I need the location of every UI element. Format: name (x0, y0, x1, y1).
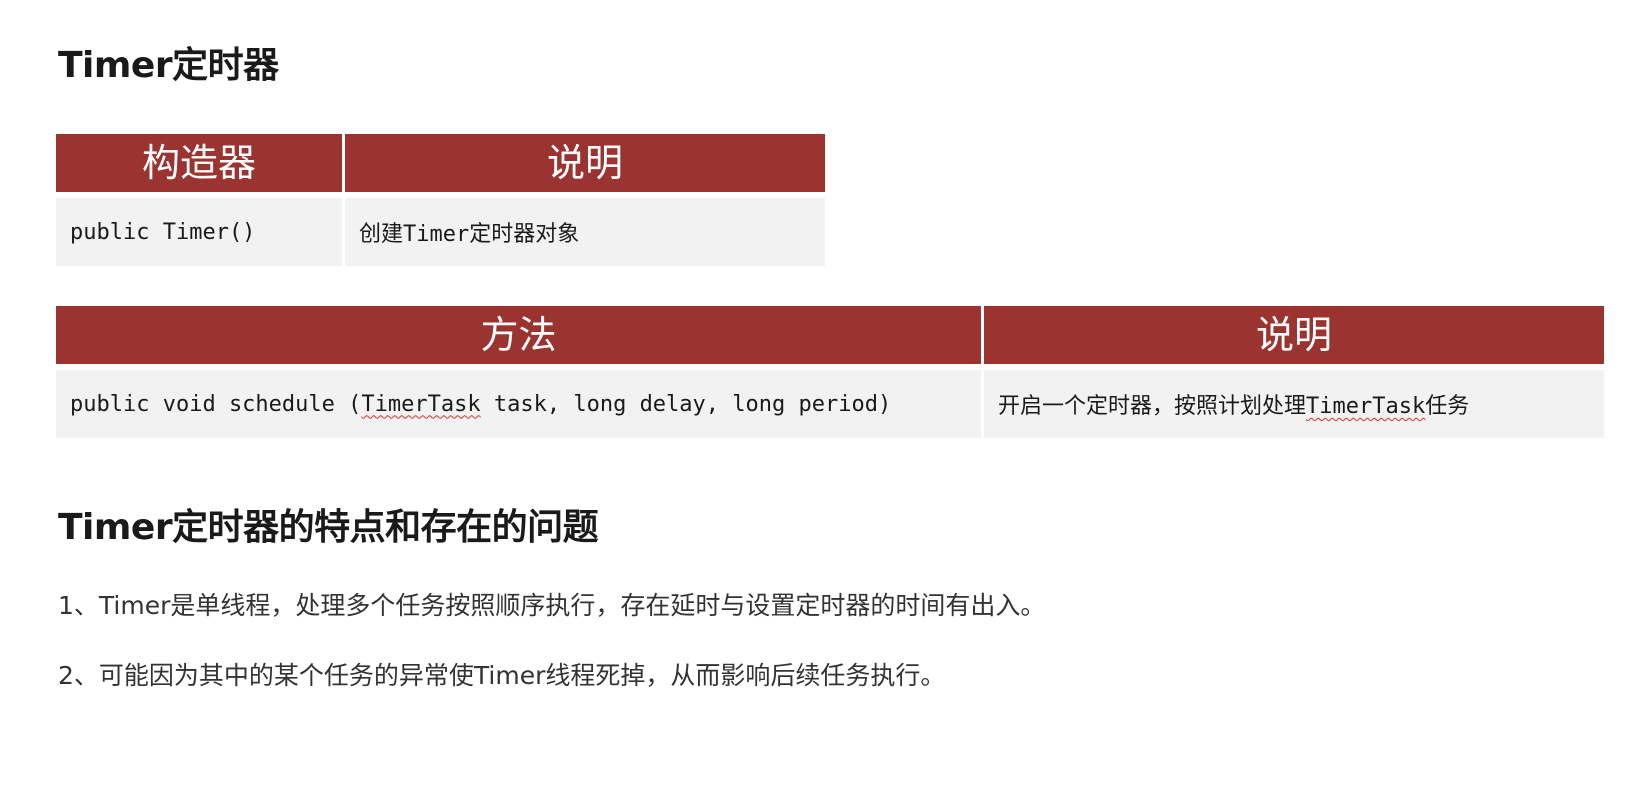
column-header-constructor: 构造器 (56, 134, 342, 192)
description-code: Timer (403, 222, 470, 247)
method-signature: public void schedule (TimerTask task, lo… (56, 370, 981, 438)
constructor-signature: public Timer() (56, 198, 342, 266)
column-header-description: 说明 (345, 134, 825, 192)
column-header-method: 方法 (56, 306, 981, 364)
table-row: public void schedule (TimerTask task, lo… (56, 370, 1604, 438)
method-description: 开启一个定时器，按照计划处理TimerTask任务 (984, 370, 1604, 438)
list-item: 2、可能因为其中的某个任务的异常使Timer线程死掉，从而影响后续任务执行。 (58, 661, 946, 690)
description-text-2: 定时器对象 (469, 222, 580, 247)
page-title: Timer定时器 (58, 45, 279, 86)
table-header-row: 构造器 说明 (56, 134, 825, 192)
constructor-description: 创建Timer定时器对象 (345, 198, 825, 266)
method-table: 方法 说明 public void schedule (TimerTask ta… (53, 300, 1607, 444)
description-prefix: 开启一个定时器，按照计划处理 (998, 394, 1307, 419)
signature-prefix: public void schedule ( (70, 391, 362, 417)
section-title: Timer定时器的特点和存在的问题 (58, 507, 599, 548)
description-type: TimerTask (1306, 394, 1426, 419)
column-header-description: 说明 (984, 306, 1604, 364)
list-item: 1、Timer是单线程，处理多个任务按照顺序执行，存在延时与设置定时器的时间有出… (58, 591, 1046, 620)
slide: Timer定时器 构造器 说明 public Timer() 创建Timer定时… (0, 0, 1646, 812)
description-text-1: 创建 (359, 222, 404, 247)
signature-suffix: task, long delay, long period) (480, 391, 892, 417)
signature-type: TimerTask (361, 391, 481, 417)
table-header-row: 方法 说明 (56, 306, 1604, 364)
description-suffix: 任务 (1425, 394, 1470, 419)
table-row: public Timer() 创建Timer定时器对象 (56, 198, 825, 266)
constructor-table: 构造器 说明 public Timer() 创建Timer定时器对象 (53, 128, 828, 272)
